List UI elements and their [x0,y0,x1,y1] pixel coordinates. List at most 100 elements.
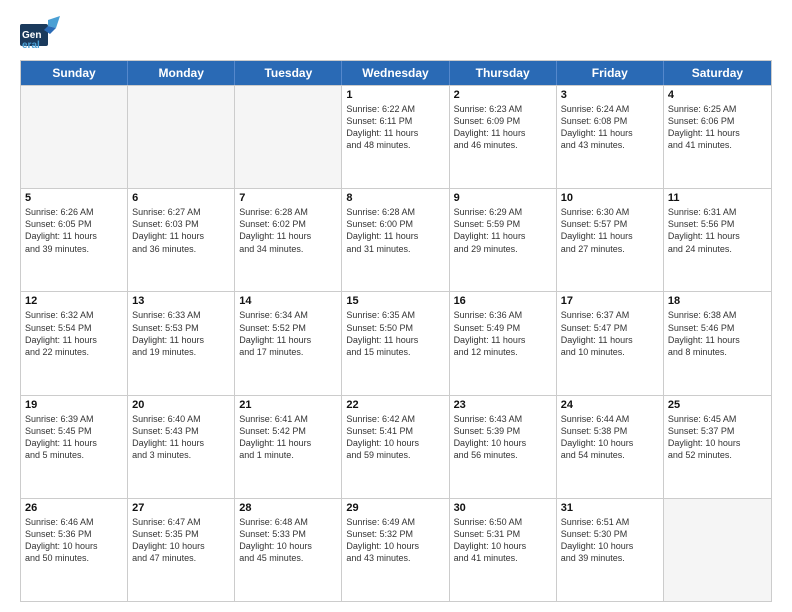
day-number: 16 [454,295,552,307]
day-info: Sunrise: 6:47 AM Sunset: 5:35 PM Dayligh… [132,516,230,565]
day-number: 25 [668,399,767,411]
weekday-header-sunday: Sunday [21,61,128,85]
day-number: 8 [346,192,444,204]
svg-text:eral: eral [22,40,40,51]
day-info: Sunrise: 6:42 AM Sunset: 5:41 PM Dayligh… [346,413,444,462]
day-number: 10 [561,192,659,204]
weekday-header-saturday: Saturday [664,61,771,85]
day-cell-27: 27 Sunrise: 6:47 AM Sunset: 5:35 PM Dayli… [128,499,235,601]
day-info: Sunrise: 6:31 AM Sunset: 5:56 PM Dayligh… [668,206,767,255]
day-cell-2: 2Sunrise: 6:23 AM Sunset: 6:09 PM Daylig… [450,86,557,188]
day-info: Sunrise: 6:25 AM Sunset: 6:06 PM Dayligh… [668,103,767,152]
day-info: Sunrise: 6:26 AM Sunset: 6:05 PM Dayligh… [25,206,123,255]
weekday-header-tuesday: Tuesday [235,61,342,85]
day-number: 15 [346,295,444,307]
day-cell-22: 22 Sunrise: 6:42 AM Sunset: 5:41 PM Dayli… [342,396,449,498]
page: Gen eral SundayMondayTuesdayWednesdayThu… [0,0,792,612]
weekday-header-friday: Friday [557,61,664,85]
day-cell-30: 30 Sunrise: 6:50 AM Sunset: 5:31 PM Dayli… [450,499,557,601]
day-number: 20 [132,399,230,411]
day-info: Sunrise: 6:36 AM Sunset: 5:49 PM Dayligh… [454,309,552,358]
day-info: Sunrise: 6:38 AM Sunset: 5:46 PM Dayligh… [668,309,767,358]
day-number: 28 [239,502,337,514]
day-cell-6: 6Sunrise: 6:27 AM Sunset: 6:03 PM Daylig… [128,189,235,291]
header: Gen eral [20,16,772,52]
day-info: Sunrise: 6:46 AM Sunset: 5:36 PM Dayligh… [25,516,123,565]
day-info: Sunrise: 6:33 AM Sunset: 5:53 PM Dayligh… [132,309,230,358]
day-info: Sunrise: 6:44 AM Sunset: 5:38 PM Dayligh… [561,413,659,462]
day-info: Sunrise: 6:49 AM Sunset: 5:32 PM Dayligh… [346,516,444,565]
day-info: Sunrise: 6:35 AM Sunset: 5:50 PM Dayligh… [346,309,444,358]
day-cell-26: 26 Sunrise: 6:46 AM Sunset: 5:36 PM Dayli… [21,499,128,601]
day-number: 27 [132,502,230,514]
day-cell-24: 24Sunrise: 6:44 AM Sunset: 5:38 PM Dayli… [557,396,664,498]
day-cell-31: 31 Sunrise: 6:51 AM Sunset: 5:30 PM Dayli… [557,499,664,601]
day-info: Sunrise: 6:22 AM Sunset: 6:11 PM Dayligh… [346,103,444,152]
empty-cell [128,86,235,188]
day-cell-25: 25 Sunrise: 6:45 AM Sunset: 5:37 PM Dayli… [664,396,771,498]
day-info: Sunrise: 6:29 AM Sunset: 5:59 PM Dayligh… [454,206,552,255]
day-number: 23 [454,399,552,411]
day-cell-4: 4 Sunrise: 6:25 AM Sunset: 6:06 PM Daylig… [664,86,771,188]
day-number: 19 [25,399,123,411]
day-number: 9 [454,192,552,204]
day-number: 29 [346,502,444,514]
day-cell-16: 16 Sunrise: 6:36 AM Sunset: 5:49 PM Dayli… [450,292,557,394]
calendar-row-4: 19Sunrise: 6:39 AM Sunset: 5:45 PM Dayli… [21,395,771,498]
empty-cell [21,86,128,188]
day-cell-13: 13 Sunrise: 6:33 AM Sunset: 5:53 PM Dayli… [128,292,235,394]
day-info: Sunrise: 6:23 AM Sunset: 6:09 PM Dayligh… [454,103,552,152]
day-cell-28: 28 Sunrise: 6:48 AM Sunset: 5:33 PM Dayli… [235,499,342,601]
calendar: SundayMondayTuesdayWednesdayThursdayFrid… [20,60,772,602]
day-info: Sunrise: 6:32 AM Sunset: 5:54 PM Dayligh… [25,309,123,358]
day-info: Sunrise: 6:30 AM Sunset: 5:57 PM Dayligh… [561,206,659,255]
calendar-row-2: 5 Sunrise: 6:26 AM Sunset: 6:05 PM Daylig… [21,188,771,291]
day-info: Sunrise: 6:41 AM Sunset: 5:42 PM Dayligh… [239,413,337,462]
day-cell-7: 7 Sunrise: 6:28 AM Sunset: 6:02 PM Daylig… [235,189,342,291]
day-number: 12 [25,295,123,307]
day-cell-11: 11 Sunrise: 6:31 AM Sunset: 5:56 PM Dayli… [664,189,771,291]
day-cell-8: 8Sunrise: 6:28 AM Sunset: 6:00 PM Daylig… [342,189,449,291]
day-info: Sunrise: 6:43 AM Sunset: 5:39 PM Dayligh… [454,413,552,462]
day-number: 26 [25,502,123,514]
day-number: 11 [668,192,767,204]
day-info: Sunrise: 6:50 AM Sunset: 5:31 PM Dayligh… [454,516,552,565]
day-info: Sunrise: 6:37 AM Sunset: 5:47 PM Dayligh… [561,309,659,358]
empty-cell [235,86,342,188]
day-number: 1 [346,89,444,101]
day-cell-18: 18Sunrise: 6:38 AM Sunset: 5:46 PM Dayli… [664,292,771,394]
day-info: Sunrise: 6:24 AM Sunset: 6:08 PM Dayligh… [561,103,659,152]
day-info: Sunrise: 6:45 AM Sunset: 5:37 PM Dayligh… [668,413,767,462]
logo-icon: Gen eral [20,16,60,52]
day-cell-17: 17 Sunrise: 6:37 AM Sunset: 5:47 PM Dayli… [557,292,664,394]
day-info: Sunrise: 6:34 AM Sunset: 5:52 PM Dayligh… [239,309,337,358]
day-cell-21: 21Sunrise: 6:41 AM Sunset: 5:42 PM Dayli… [235,396,342,498]
day-number: 4 [668,89,767,101]
day-cell-20: 20Sunrise: 6:40 AM Sunset: 5:43 PM Dayli… [128,396,235,498]
day-cell-1: 1 Sunrise: 6:22 AM Sunset: 6:11 PM Daylig… [342,86,449,188]
day-cell-9: 9 Sunrise: 6:29 AM Sunset: 5:59 PM Daylig… [450,189,557,291]
day-number: 22 [346,399,444,411]
day-info: Sunrise: 6:28 AM Sunset: 6:02 PM Dayligh… [239,206,337,255]
day-number: 5 [25,192,123,204]
calendar-body: 1 Sunrise: 6:22 AM Sunset: 6:11 PM Daylig… [21,85,771,601]
day-number: 6 [132,192,230,204]
day-number: 30 [454,502,552,514]
day-cell-29: 29 Sunrise: 6:49 AM Sunset: 5:32 PM Dayli… [342,499,449,601]
day-number: 14 [239,295,337,307]
day-cell-23: 23 Sunrise: 6:43 AM Sunset: 5:39 PM Dayli… [450,396,557,498]
day-number: 13 [132,295,230,307]
day-number: 31 [561,502,659,514]
day-cell-10: 10 Sunrise: 6:30 AM Sunset: 5:57 PM Dayli… [557,189,664,291]
calendar-header: SundayMondayTuesdayWednesdayThursdayFrid… [21,61,771,85]
day-number: 17 [561,295,659,307]
day-info: Sunrise: 6:48 AM Sunset: 5:33 PM Dayligh… [239,516,337,565]
day-cell-19: 19Sunrise: 6:39 AM Sunset: 5:45 PM Dayli… [21,396,128,498]
logo: Gen eral [20,16,64,52]
day-number: 3 [561,89,659,101]
day-number: 7 [239,192,337,204]
day-cell-12: 12 Sunrise: 6:32 AM Sunset: 5:54 PM Dayli… [21,292,128,394]
day-info: Sunrise: 6:51 AM Sunset: 5:30 PM Dayligh… [561,516,659,565]
weekday-header-monday: Monday [128,61,235,85]
calendar-row-5: 26 Sunrise: 6:46 AM Sunset: 5:36 PM Dayli… [21,498,771,601]
